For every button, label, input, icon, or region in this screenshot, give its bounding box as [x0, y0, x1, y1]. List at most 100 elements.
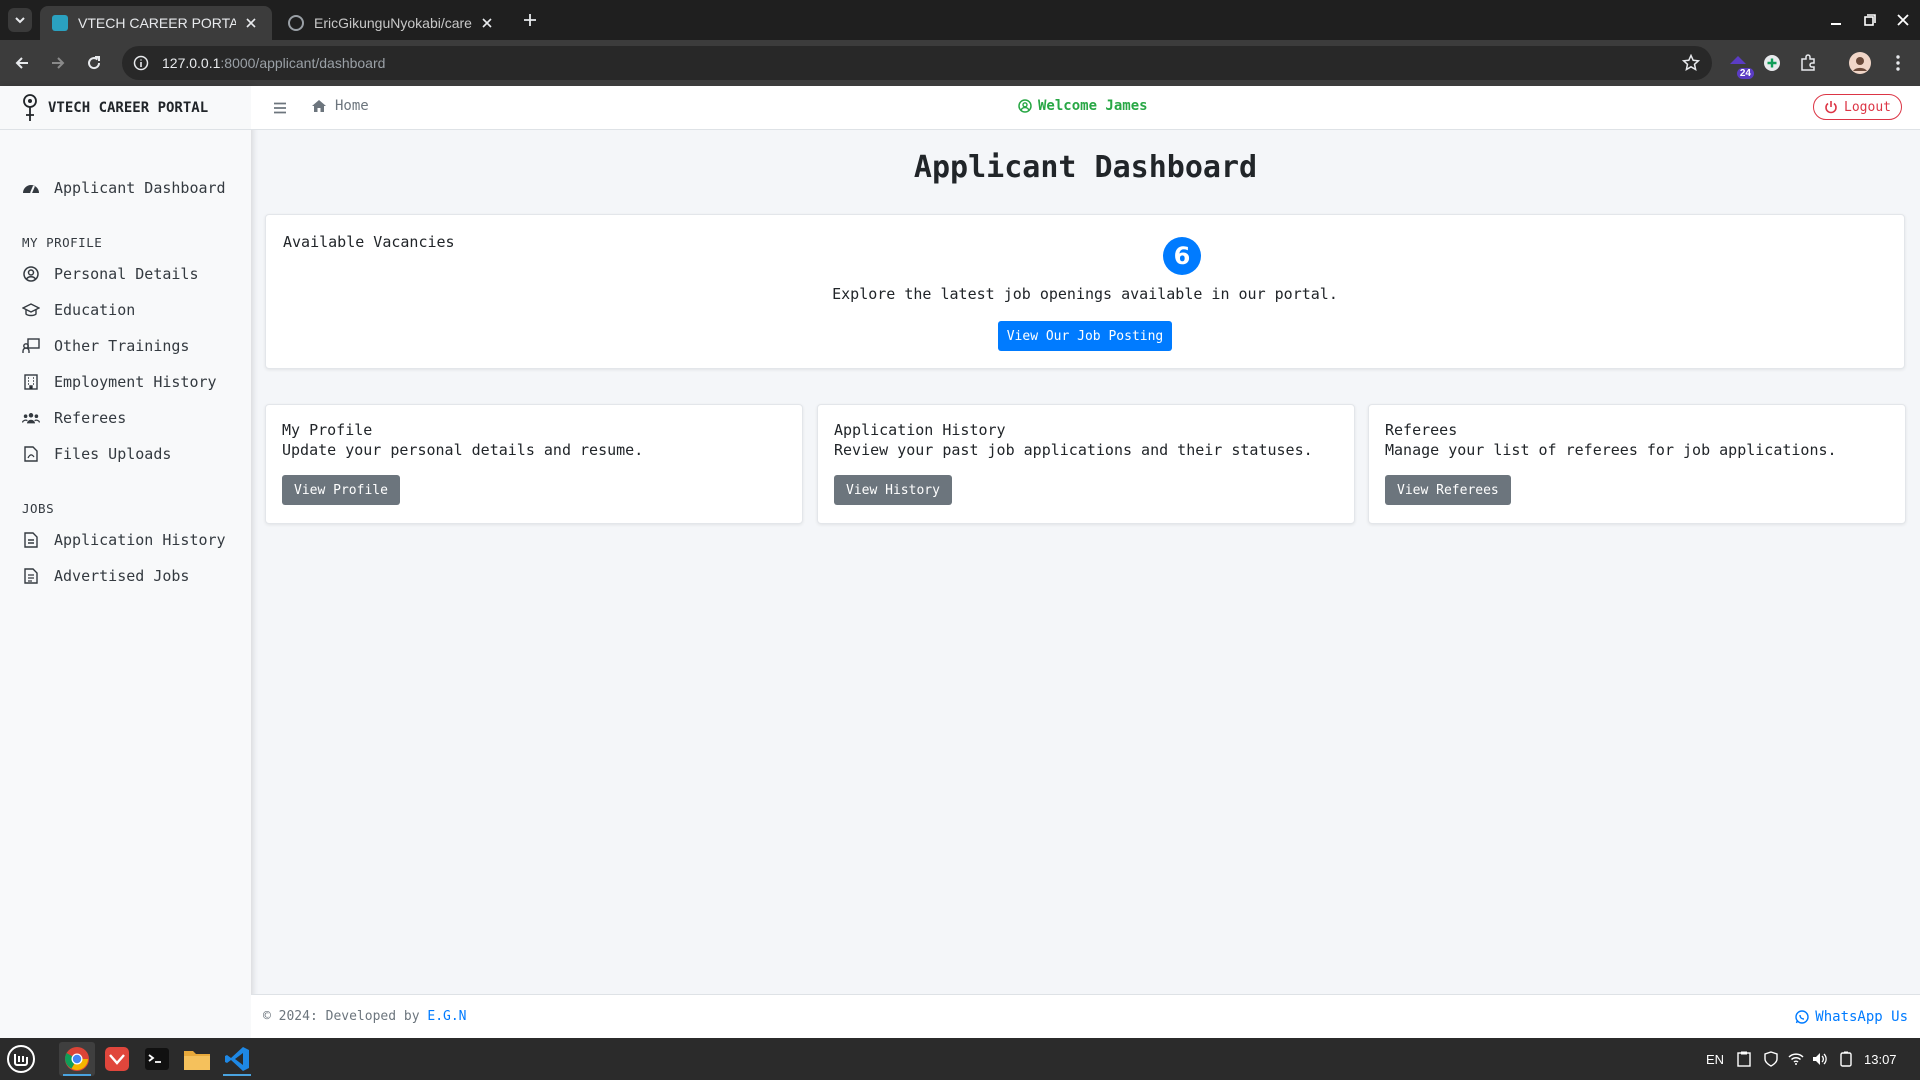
vacancies-label: Available Vacancies [283, 233, 455, 251]
battery-tray-icon[interactable] [1840, 1038, 1852, 1080]
sidebar-item-label: Application History [54, 531, 226, 549]
sidebar-item-referees[interactable]: Referees [0, 400, 251, 436]
browser-menu-button[interactable] [1886, 51, 1910, 75]
vacancies-card: Available Vacancies 6 Explore the latest… [265, 214, 1905, 369]
close-window-button[interactable] [1893, 10, 1913, 30]
reload-button[interactable] [82, 51, 106, 75]
chalkboard-teacher-icon [22, 337, 40, 355]
home-link[interactable]: Home [311, 98, 369, 114]
welcome-message: Welcome James [1018, 98, 1148, 114]
close-tab-icon[interactable] [478, 14, 496, 32]
top-navbar: Home Welcome James Logout [251, 86, 1920, 130]
restore-window-button[interactable] [1860, 10, 1880, 30]
logout-button[interactable]: Logout [1813, 94, 1902, 120]
brand-logo-icon [23, 93, 37, 121]
shield-tray-icon[interactable] [1764, 1038, 1778, 1080]
browser-toolbar: 127.0.0.1:8000/applicant/dashboard 24 [0, 40, 1920, 86]
brand-link[interactable]: VTECH CAREER PORTAL [0, 86, 251, 130]
sidebar-item-application-history[interactable]: Application History [0, 522, 251, 558]
my-profile-card: My Profile Update your personal details … [265, 404, 803, 524]
address-bar[interactable]: 127.0.0.1:8000/applicant/dashboard [122, 46, 1712, 80]
forward-button[interactable] [46, 51, 70, 75]
taskbar-terminal[interactable] [139, 1042, 175, 1076]
logout-label: Logout [1844, 99, 1891, 115]
active-indicator [223, 1074, 251, 1076]
taskbar-chrome[interactable] [59, 1042, 95, 1076]
start-menu-button[interactable] [3, 1042, 39, 1076]
footer-prefix: © 2024: Developed by [263, 1009, 420, 1024]
sidebar-item-other-trainings[interactable]: Other Trainings [0, 328, 251, 364]
extension-badge-count: 24 [1736, 68, 1754, 79]
building-icon [22, 373, 40, 391]
sidebar-item-advertised-jobs[interactable]: Advertised Jobs [0, 558, 251, 594]
home-icon [311, 99, 327, 113]
minimize-window-button[interactable] [1826, 10, 1846, 30]
sidebar-item-label: Other Trainings [54, 337, 190, 355]
taskbar-vscode[interactable] [219, 1042, 255, 1076]
bookmark-star-icon[interactable] [1681, 53, 1701, 75]
sidebar-item-files-uploads[interactable]: Files Uploads [0, 436, 251, 472]
minimize-icon [1831, 23, 1841, 25]
url-path: :8000/applicant/dashboard [220, 55, 386, 71]
puzzle-icon [1801, 54, 1815, 71]
back-button[interactable] [10, 51, 34, 75]
clipboard-tray-icon[interactable] [1737, 1038, 1751, 1080]
file-alt-icon [22, 567, 40, 585]
close-tab-icon[interactable] [242, 14, 260, 32]
vacancy-count-badge: 6 [1163, 237, 1201, 275]
github-favicon-icon [288, 15, 304, 31]
sidebar-item-label: Personal Details [54, 265, 199, 283]
plus-circle-icon [1764, 55, 1780, 71]
whatsapp-label: WhatsApp Us [1815, 1008, 1908, 1025]
view-history-button[interactable]: View History [834, 475, 952, 505]
card-description: Manage your list of referees for job app… [1385, 441, 1837, 459]
chevron-down-icon [15, 17, 25, 24]
sidebar-item-education[interactable]: Education [0, 292, 251, 328]
sidebar-nav: Applicant Dashboard MY PROFILE Personal … [0, 130, 251, 594]
wifi-tray-icon[interactable] [1788, 1038, 1804, 1080]
add-extension-button[interactable] [1760, 51, 1784, 75]
home-link-label: Home [335, 98, 369, 114]
dashboard-gauge-icon [22, 179, 40, 197]
arrow-right-icon [52, 57, 65, 69]
user-circle-icon [22, 265, 40, 283]
sidebar-toggle-button[interactable] [271, 99, 289, 117]
browser-tab-github[interactable]: EricGikunguNyokabi/career- [276, 6, 508, 40]
card-description: Update your personal details and resume. [282, 441, 644, 459]
sidebar-section-jobs: JOBS [22, 501, 55, 516]
footer-credit: © 2024: Developed by E.G.N [263, 1009, 467, 1024]
tab-search-button[interactable] [8, 8, 32, 32]
sidebar-item-dashboard[interactable]: Applicant Dashboard [0, 170, 251, 206]
terminal-icon [145, 1048, 169, 1070]
keyboard-layout-indicator[interactable]: EN [1706, 1038, 1724, 1080]
kebab-menu-icon [1896, 55, 1900, 71]
volume-tray-icon[interactable] [1812, 1038, 1828, 1080]
application-history-card: Application History Review your past job… [817, 404, 1355, 524]
sidebar-item-label: Files Uploads [54, 445, 172, 463]
view-job-posting-button[interactable]: View Our Job Posting [998, 321, 1172, 351]
extensions-button[interactable] [1796, 51, 1820, 75]
power-icon [1824, 100, 1838, 114]
view-profile-button[interactable]: View Profile [282, 475, 400, 505]
whatsapp-link[interactable]: WhatsApp Us [1795, 1009, 1908, 1025]
sidebar-item-personal-details[interactable]: Personal Details [0, 256, 251, 292]
profile-avatar-button[interactable] [1848, 51, 1872, 75]
sidebar-item-employment-history[interactable]: Employment History [0, 364, 251, 400]
browser-tab-active[interactable]: VTECH CAREER PORTAL [40, 6, 272, 40]
extension-badge-button[interactable]: 24 [1726, 51, 1754, 79]
taskbar-files[interactable] [179, 1042, 215, 1076]
users-icon [22, 409, 40, 427]
chrome-icon [65, 1047, 89, 1071]
portal-favicon-icon [52, 15, 68, 31]
app-root: VTECH CAREER PORTAL Applicant Dashboard … [0, 86, 1920, 1038]
view-referees-button[interactable]: View Referees [1385, 475, 1511, 505]
taskbar-app-red[interactable] [99, 1042, 135, 1076]
new-tab-button[interactable] [518, 8, 542, 32]
footer-author-link[interactable]: E.G.N [427, 1009, 466, 1024]
welcome-text: Welcome James [1038, 98, 1148, 114]
site-info-icon[interactable] [132, 54, 150, 72]
referees-card: Referees Manage your list of referees fo… [1368, 404, 1906, 524]
hamburger-icon [274, 102, 286, 114]
clock[interactable]: 13:07 [1864, 1038, 1897, 1080]
tab-title: VTECH CAREER PORTAL [78, 15, 236, 31]
